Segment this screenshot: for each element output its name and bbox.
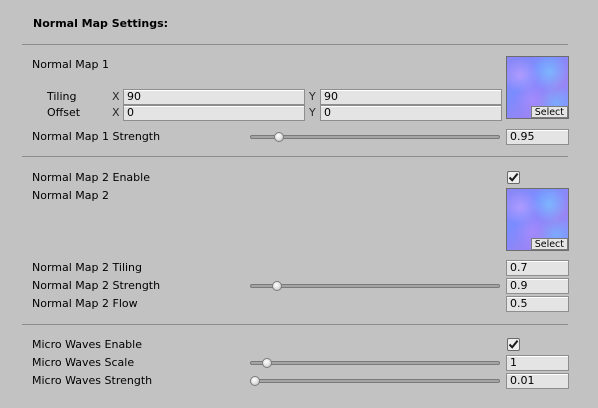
offset-x-field[interactable]: 0 <box>123 105 305 121</box>
divider <box>22 44 568 45</box>
checkmark-icon <box>508 172 519 182</box>
texture-select-button[interactable]: Select <box>530 238 568 250</box>
tiling-label: Tiling <box>47 90 77 103</box>
normal-map-2-flow-label: Normal Map 2 Flow <box>32 297 138 310</box>
normal-map-1-label: Normal Map 1 <box>32 58 110 71</box>
normal-map-2-strength-field[interactable]: 0.9 <box>506 278 569 294</box>
micro-waves-scale-slider-thumb[interactable] <box>262 358 272 368</box>
tiling-y-axis-label: Y <box>309 90 316 103</box>
micro-waves-enable-checkbox[interactable] <box>507 338 520 351</box>
micro-waves-scale-label: Micro Waves Scale <box>32 356 135 369</box>
normal-map-1-texture-slot[interactable]: Select <box>506 56 569 119</box>
tiling-y-field[interactable]: 90 <box>320 89 502 105</box>
divider <box>22 156 568 157</box>
offset-y-field[interactable]: 0 <box>320 105 502 121</box>
normal-map-2-enable-checkbox[interactable] <box>507 171 520 184</box>
normal-map-2-tiling-label: Normal Map 2 Tiling <box>32 261 143 274</box>
panel-title: Normal Map Settings: <box>33 17 169 30</box>
micro-waves-strength-label: Micro Waves Strength <box>32 374 153 387</box>
micro-waves-strength-slider-thumb[interactable] <box>250 376 260 386</box>
checkmark-icon <box>508 339 519 349</box>
micro-waves-scale-field[interactable]: 1 <box>506 355 569 371</box>
normal-map-2-strength-label: Normal Map 2 Strength <box>32 279 161 292</box>
divider <box>22 324 568 325</box>
micro-waves-enable-label: Micro Waves Enable <box>32 338 142 351</box>
normal-map-2-texture-slot[interactable]: Select <box>506 188 569 251</box>
normal-map-2-enable-label: Normal Map 2 Enable <box>32 171 150 184</box>
micro-waves-scale-slider[interactable] <box>250 361 500 365</box>
normal-map-2-strength-slider-thumb[interactable] <box>271 281 282 291</box>
normal-map-1-strength-field[interactable]: 0.95 <box>506 129 569 145</box>
texture-select-button[interactable]: Select <box>530 106 568 118</box>
offset-x-axis-label: X <box>112 106 120 119</box>
micro-waves-strength-slider[interactable] <box>250 379 500 383</box>
normal-map-2-label: Normal Map 2 <box>32 189 110 202</box>
micro-waves-strength-field[interactable]: 0.01 <box>506 373 569 389</box>
tiling-x-axis-label: X <box>112 90 120 103</box>
normal-map-2-strength-slider[interactable] <box>250 284 500 288</box>
normal-map-1-strength-slider[interactable] <box>250 135 500 139</box>
normal-map-2-tiling-field[interactable]: 0.7 <box>506 260 569 276</box>
tiling-x-field[interactable]: 90 <box>123 89 305 105</box>
offset-y-axis-label: Y <box>309 106 316 119</box>
normal-map-1-strength-slider-thumb[interactable] <box>274 132 284 142</box>
normal-map-2-flow-field[interactable]: 0.5 <box>506 296 569 312</box>
offset-label: Offset <box>47 106 81 119</box>
normal-map-1-strength-label: Normal Map 1 Strength <box>32 130 161 143</box>
